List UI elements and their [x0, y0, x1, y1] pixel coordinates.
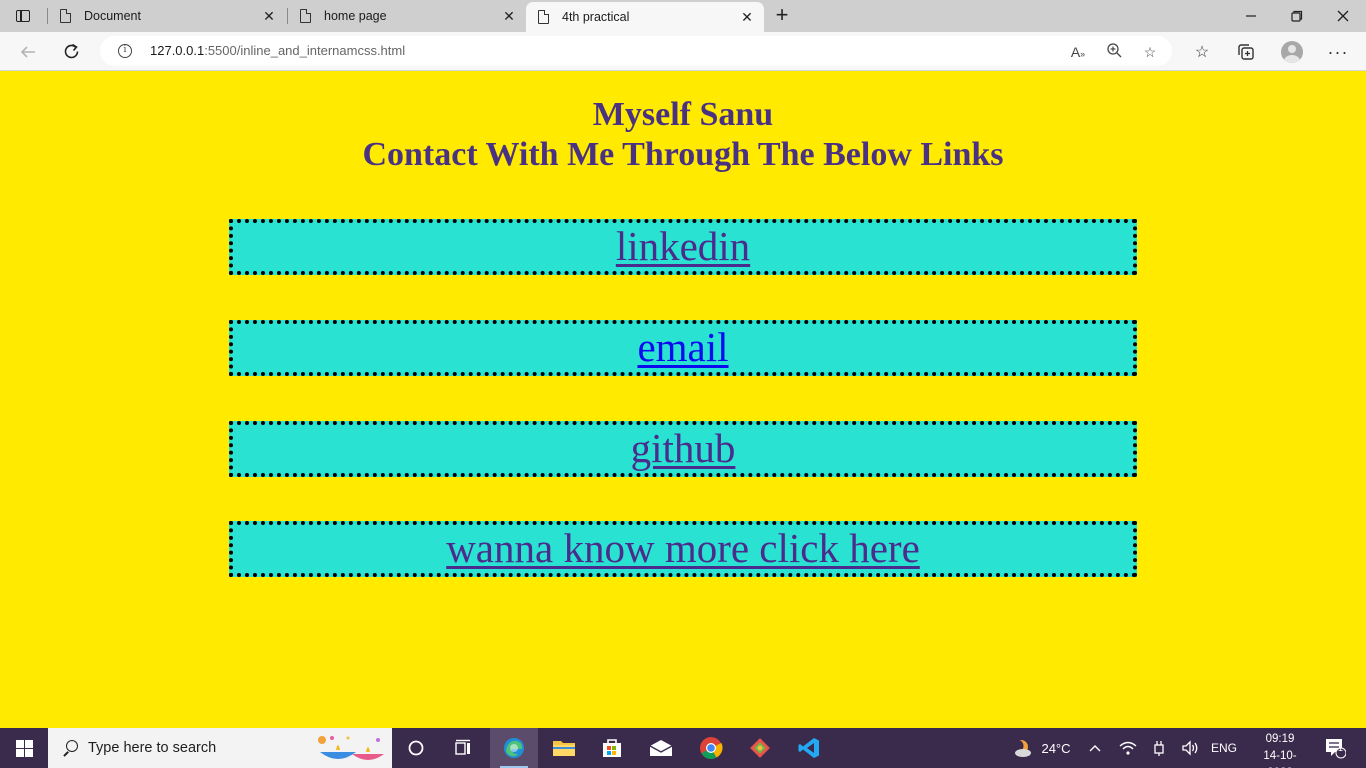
favorites-button[interactable]: ☆ [1188, 38, 1216, 66]
network-button[interactable] [1116, 728, 1140, 768]
collections-button[interactable] [1232, 38, 1260, 66]
site-info-icon[interactable]: i [118, 44, 132, 58]
url-text[interactable]: 127.0.0.1:5500/inline_and_internamcss.ht… [150, 43, 405, 58]
speaker-icon [1182, 740, 1198, 756]
git-diamond-icon [750, 738, 770, 758]
wifi-icon [1119, 741, 1137, 755]
volume-button[interactable] [1178, 728, 1202, 768]
chrome-button[interactable] [687, 728, 735, 768]
page-icon [300, 9, 311, 23]
vscode-icon [798, 738, 819, 758]
search-icon [62, 740, 78, 756]
close-window-button[interactable] [1320, 0, 1366, 32]
tab-title: 4th practical [562, 10, 630, 24]
task-view-icon [455, 739, 470, 755]
clock-time: 09:19 [1265, 733, 1295, 745]
minimize-icon [1246, 15, 1256, 17]
input-language-button[interactable]: ENG [1208, 728, 1240, 768]
git-tool-button[interactable] [736, 728, 784, 768]
tab-home-page[interactable]: home page ✕ [288, 0, 526, 32]
store-icon [603, 739, 621, 757]
tab-close-icon[interactable]: ✕ [498, 8, 520, 25]
start-button[interactable] [0, 728, 48, 768]
mail-button[interactable] [637, 728, 685, 768]
battery-button[interactable] [1148, 728, 1170, 768]
restore-icon [1291, 10, 1303, 22]
page-icon [60, 9, 71, 23]
more-icon: ··· [1327, 41, 1349, 62]
weather-icon [1010, 739, 1032, 757]
settings-menu-button[interactable]: ··· [1324, 38, 1352, 66]
link-box-more: wanna know more click here [229, 521, 1137, 577]
cortana-icon [408, 740, 424, 756]
address-bar[interactable]: i 127.0.0.1:5500/inline_and_internamcss.… [100, 36, 1172, 66]
notification-badge: 1 [1338, 743, 1344, 753]
page-icon [538, 10, 549, 24]
new-tab-button[interactable]: + [770, 4, 794, 28]
weather-widget[interactable]: 24°C [1000, 728, 1080, 768]
know-more-link[interactable]: wanna know more click here [446, 525, 920, 571]
page-body: Myself Sanu Contact With Me Through The … [0, 71, 1366, 728]
chevron-up-icon [1089, 745, 1101, 752]
weather-temp: 24°C [1041, 740, 1071, 756]
browser-toolbar: i 127.0.0.1:5500/inline_and_internamcss.… [0, 32, 1366, 71]
show-hidden-icons-button[interactable] [1084, 728, 1106, 768]
tab-close-icon[interactable]: ✕ [736, 9, 758, 26]
tab-4th-practical[interactable]: 4th practical ✕ [526, 2, 764, 32]
mail-icon [649, 740, 673, 756]
link-box-email: email [229, 320, 1137, 376]
windows-taskbar: Type here to search 24°C ENG 09:19 14-10… [0, 728, 1366, 768]
edge-taskbar-button[interactable] [490, 728, 538, 768]
refresh-button[interactable] [58, 38, 86, 66]
close-icon [1337, 10, 1349, 22]
taskbar-clock[interactable]: 09:19 14-10-2022 [1252, 731, 1308, 768]
add-favorite-icon[interactable]: ☆ [1140, 42, 1160, 62]
url-host: 127.0.0.1 [150, 43, 205, 58]
clock-date: 14-10-2022 [1263, 750, 1297, 768]
back-arrow-icon [20, 46, 35, 58]
link-box-linkedin: linkedin [229, 219, 1137, 275]
zoom-icon[interactable] [1104, 42, 1124, 62]
link-box-github: github [229, 421, 1137, 477]
cortana-button[interactable] [392, 728, 440, 768]
email-link[interactable]: email [637, 324, 728, 370]
diwali-lamps-icon [318, 736, 384, 760]
store-button[interactable] [588, 728, 636, 768]
taskbar-search[interactable]: Type here to search [48, 728, 392, 768]
linkedin-link[interactable]: linkedin [616, 223, 750, 269]
tab-actions-icon[interactable] [8, 6, 38, 26]
restore-button[interactable] [1274, 0, 1320, 32]
folder-icon [553, 741, 575, 756]
back-button[interactable] [14, 38, 42, 66]
refresh-icon [64, 43, 79, 59]
tab-close-icon[interactable]: ✕ [258, 8, 280, 25]
file-explorer-button[interactable] [540, 728, 588, 768]
page-heading: Myself Sanu Contact With Me Through The … [0, 95, 1366, 175]
language-label: ENG [1210, 741, 1237, 755]
minimize-button[interactable] [1228, 0, 1274, 32]
url-path: :5500/inline_and_internamcss.html [204, 43, 406, 58]
tab-title: home page [324, 9, 387, 23]
windows-logo-icon [15, 739, 33, 757]
avatar [1281, 41, 1303, 63]
profile-button[interactable] [1278, 38, 1306, 66]
github-link[interactable]: github [631, 425, 736, 471]
read-aloud-icon[interactable]: A» [1068, 42, 1088, 62]
edge-icon [504, 738, 524, 758]
tab-title: Document [84, 9, 141, 23]
favorites-icon: ☆ [1194, 44, 1210, 61]
tab-document[interactable]: Document ✕ [48, 0, 286, 32]
heading-line-1: Myself Sanu [592, 96, 774, 133]
vscode-button[interactable] [785, 728, 833, 768]
battery-plug-icon [1154, 741, 1164, 756]
notifications-button[interactable]: 1 [1318, 728, 1352, 768]
chrome-icon [700, 737, 723, 759]
heading-line-2: Contact With Me Through The Below Links [362, 136, 1004, 173]
task-view-button[interactable] [440, 728, 488, 768]
collections-icon [1238, 44, 1254, 60]
search-placeholder: Type here to search [88, 740, 217, 756]
tab-strip: Document ✕ home page ✕ 4th practical ✕ + [0, 0, 1366, 32]
